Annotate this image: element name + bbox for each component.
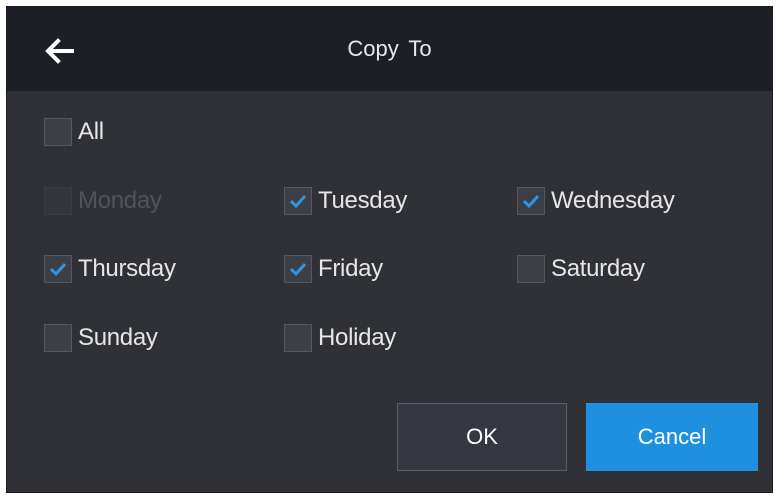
checkmark-icon bbox=[49, 262, 67, 276]
checkbox-box[interactable] bbox=[44, 324, 72, 352]
checkbox-friday[interactable]: Friday bbox=[284, 251, 383, 287]
checkmark-icon bbox=[522, 194, 540, 208]
checkbox-box[interactable] bbox=[284, 324, 312, 352]
checkbox-all[interactable]: All bbox=[44, 114, 104, 150]
checkbox-wednesday[interactable]: Wednesday bbox=[517, 183, 675, 219]
checkmark-icon bbox=[289, 194, 307, 208]
checkbox-holiday[interactable]: Holiday bbox=[284, 320, 396, 356]
back-arrow-icon bbox=[45, 38, 74, 64]
cancel-button[interactable]: Cancel bbox=[586, 403, 758, 471]
checkbox-label: Saturday bbox=[551, 255, 645, 282]
checkbox-label: Tuesday bbox=[318, 187, 408, 214]
copy-to-dialog: Copy To All Monday Tuesday Wednesday Thu… bbox=[6, 6, 773, 493]
checkbox-saturday[interactable]: Saturday bbox=[517, 251, 645, 287]
checkbox-box[interactable] bbox=[44, 118, 72, 146]
checkbox-tuesday[interactable]: Tuesday bbox=[284, 183, 407, 219]
checkbox-label: Sunday bbox=[78, 324, 158, 351]
checkbox-box[interactable] bbox=[284, 255, 312, 283]
back-button[interactable] bbox=[37, 29, 81, 73]
checkbox-monday: Monday bbox=[44, 183, 162, 219]
checkbox-box[interactable] bbox=[44, 255, 72, 283]
checkbox-label: Monday bbox=[78, 187, 162, 214]
dialog-header: Copy To bbox=[7, 7, 772, 91]
checkbox-label: All bbox=[78, 118, 104, 145]
checkbox-box[interactable] bbox=[517, 187, 545, 215]
checkbox-label: Wednesday bbox=[551, 187, 675, 214]
checkbox-label: Friday bbox=[318, 255, 383, 282]
checkbox-label: Holiday bbox=[318, 324, 396, 351]
dialog-title: Copy To bbox=[347, 36, 432, 61]
checkbox-box bbox=[44, 187, 72, 215]
checkbox-thursday[interactable]: Thursday bbox=[44, 251, 176, 287]
ok-button[interactable]: OK bbox=[397, 403, 567, 471]
checkbox-label: Thursday bbox=[78, 255, 176, 282]
checkmark-icon bbox=[289, 262, 307, 276]
checkbox-box[interactable] bbox=[284, 187, 312, 215]
checkbox-sunday[interactable]: Sunday bbox=[44, 320, 158, 356]
checkbox-box[interactable] bbox=[517, 255, 545, 283]
